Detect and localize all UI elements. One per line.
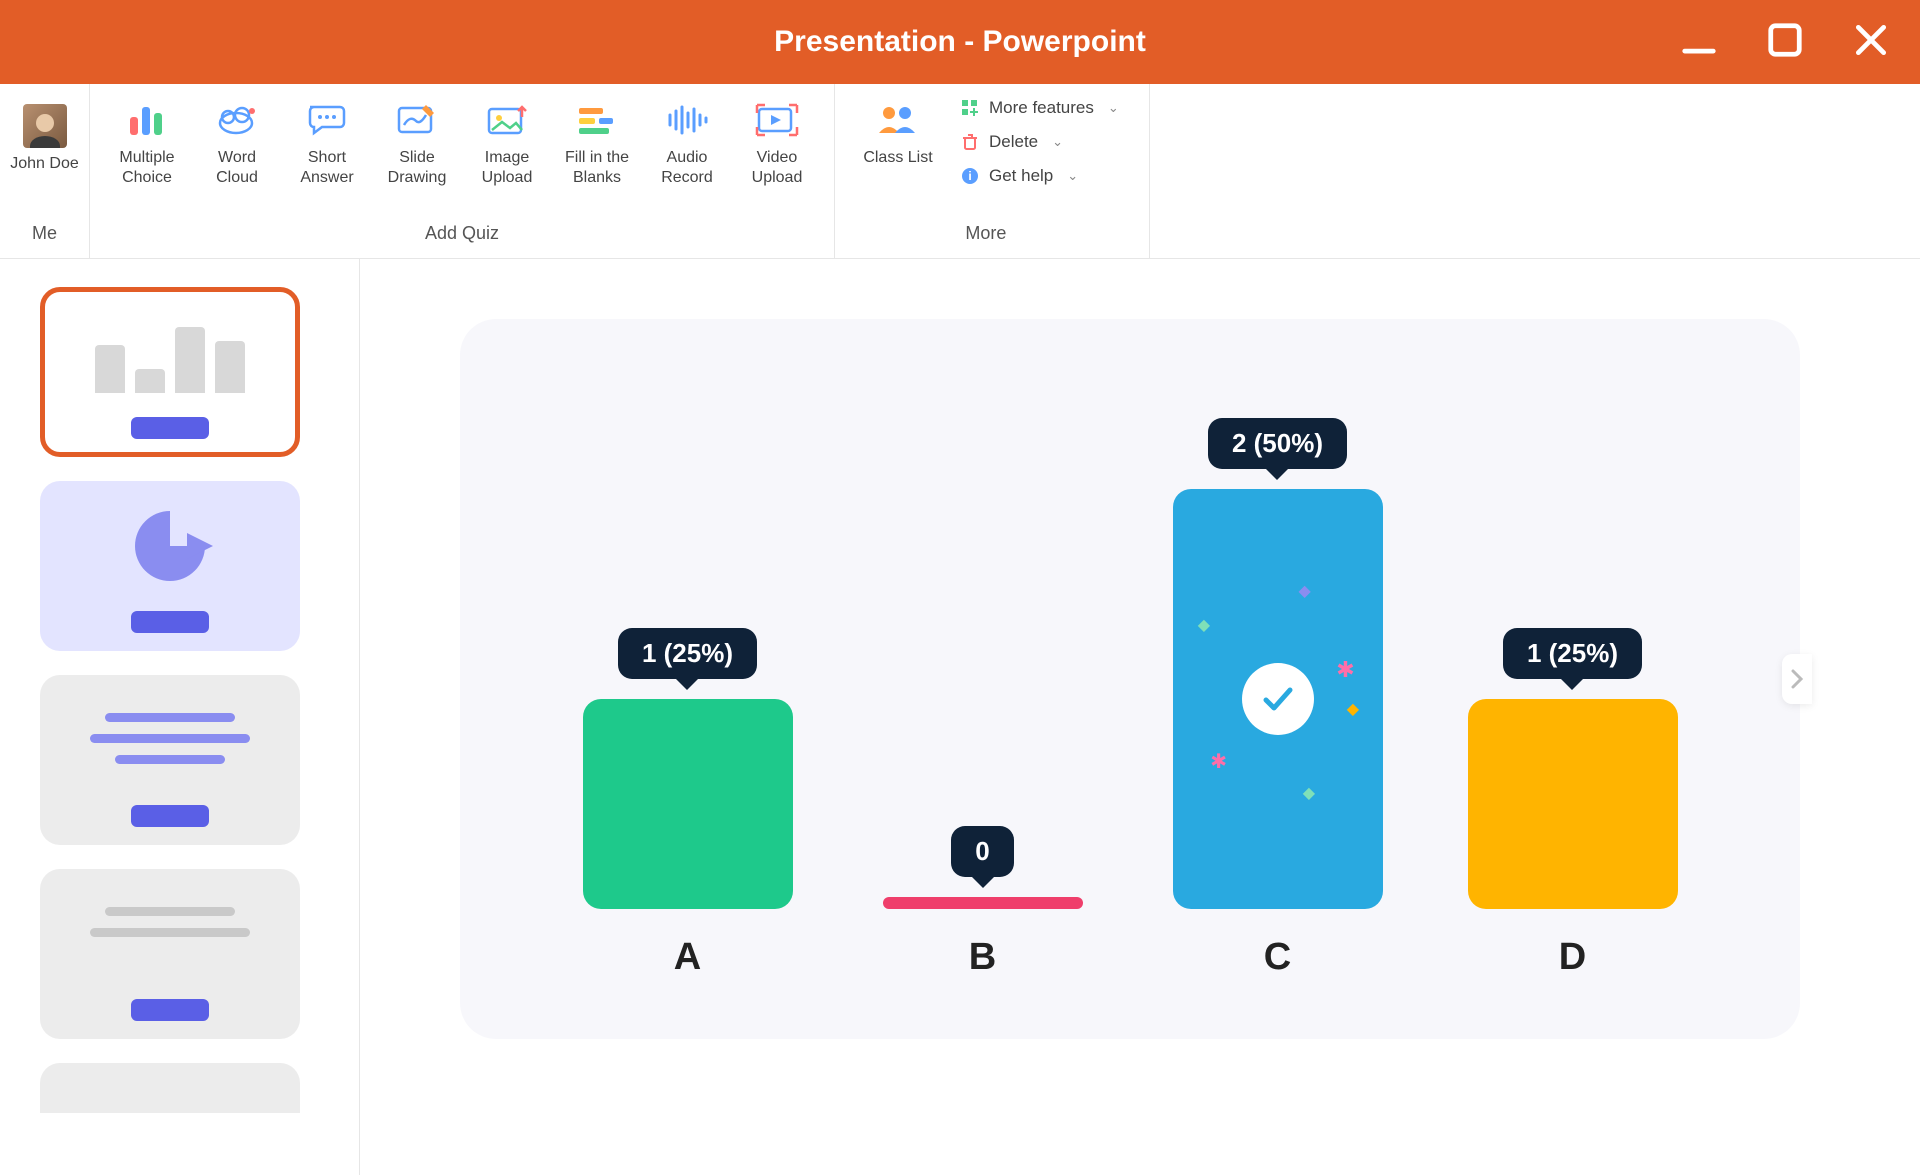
tool-word-cloud[interactable]: Word Cloud: [192, 94, 282, 194]
chart-bar: [583, 699, 793, 909]
next-slide-button[interactable]: [1782, 654, 1812, 704]
workspace: 1 (25%) 0 2 (50%) ◆ ✱ ✱ ◆ ◆ ◆ 1 (25%) A B C D: [0, 259, 1920, 1175]
audio-waveform-icon: [666, 100, 708, 140]
tool-fill-blanks[interactable]: Fill in the Blanks: [552, 94, 642, 194]
check-icon: [1258, 679, 1298, 719]
fill-blanks-icon: [577, 100, 617, 140]
cloud-icon: [216, 100, 258, 140]
chart-bar-A: 1 (25%): [573, 628, 803, 909]
class-list-icon: [877, 100, 919, 140]
chart-bar-label: 0: [951, 826, 1013, 877]
chart-category-label: D: [1458, 936, 1688, 979]
video-upload-icon: [755, 100, 799, 140]
user-avatar[interactable]: [23, 104, 67, 148]
chart-category-label: C: [1163, 936, 1393, 979]
ribbon-group-label-add-quiz: Add Quiz: [102, 223, 822, 250]
chart-bar-label: 1 (25%): [1503, 628, 1642, 679]
slide-content: 1 (25%) 0 2 (50%) ◆ ✱ ✱ ◆ ◆ ◆ 1 (25%) A B C D: [460, 319, 1800, 1039]
tool-multiple-choice[interactable]: Multiple Choice: [102, 94, 192, 194]
chart-category-label: A: [573, 936, 803, 979]
drawing-icon: [396, 100, 438, 140]
minimize-button[interactable]: [1680, 21, 1718, 64]
chart-bar: [1468, 699, 1678, 909]
chart-bar-C: 2 (50%) ◆ ✱ ✱ ◆ ◆ ◆: [1163, 418, 1393, 909]
chevron-down-icon: ⌄: [1067, 168, 1078, 184]
chevron-right-icon: [1790, 669, 1804, 689]
confetti-icon: ◆: [1303, 783, 1315, 803]
tool-video-upload[interactable]: Video Upload: [732, 94, 822, 194]
maximize-button[interactable]: [1766, 21, 1804, 64]
title-bar: Presentation - Powerpoint: [0, 0, 1920, 84]
info-icon: i: [961, 167, 979, 185]
tool-slide-drawing[interactable]: Slide Drawing: [372, 94, 462, 194]
slide-canvas: 1 (25%) 0 2 (50%) ◆ ✱ ✱ ◆ ◆ ◆ 1 (25%) A B C D: [360, 259, 1920, 1175]
chart-bar: ◆ ✱ ✱ ◆ ◆ ◆: [1173, 489, 1383, 909]
slide-thumbnail-4[interactable]: [40, 869, 300, 1039]
window-controls: [1680, 0, 1890, 84]
chevron-down-icon: ⌄: [1052, 134, 1063, 150]
ribbon-group-label-me: Me: [32, 223, 57, 250]
slide-thumbnail-panel[interactable]: [0, 259, 360, 1175]
bar-chart-icon: [128, 100, 166, 140]
get-help-menu[interactable]: i Get help⌄: [961, 166, 1119, 186]
chart-bar-B: 0: [868, 826, 1098, 909]
image-upload-icon: [486, 100, 528, 140]
ribbon-group-add-quiz: Multiple Choice Word Cloud Short Answer …: [90, 84, 835, 258]
tool-image-upload[interactable]: Image Upload: [462, 94, 552, 194]
confetti-icon: ✱: [1336, 657, 1354, 683]
slide-thumbnail-5[interactable]: [40, 1063, 300, 1113]
chart-bar-label: 1 (25%): [618, 628, 757, 679]
tool-class-list[interactable]: Class List: [853, 94, 943, 174]
confetti-icon: ✱: [1210, 749, 1227, 774]
close-button[interactable]: [1852, 21, 1890, 64]
user-name: John Doe: [10, 154, 79, 173]
tool-audio-record[interactable]: Audio Record: [642, 94, 732, 194]
speech-bubble-icon: [306, 100, 348, 140]
poll-results-chart: 1 (25%) 0 2 (50%) ◆ ✱ ✱ ◆ ◆ ◆ 1 (25%) A B C D: [540, 359, 1720, 999]
grid-plus-icon: [961, 99, 979, 117]
slide-thumbnail-1[interactable]: [40, 287, 300, 457]
chart-bar-D: 1 (25%): [1458, 628, 1688, 909]
chevron-down-icon: ⌄: [1108, 100, 1119, 116]
tool-short-answer[interactable]: Short Answer: [282, 94, 372, 194]
ribbon-group-label-more: More: [853, 223, 1119, 250]
correct-answer-badge: [1242, 663, 1314, 735]
ribbon-group-me: John Doe Me: [0, 84, 90, 258]
confetti-icon: ◆: [1299, 581, 1311, 601]
more-features-menu[interactable]: More features⌄: [961, 98, 1119, 118]
window-title: Presentation - Powerpoint: [774, 25, 1146, 59]
svg-text:i: i: [968, 169, 971, 183]
chart-bar: [883, 897, 1083, 909]
chart-category-label: B: [868, 936, 1098, 979]
ribbon: John Doe Me Multiple Choice Word Cloud: [0, 84, 1920, 259]
trash-icon: [961, 133, 979, 151]
chart-bar-label: 2 (50%): [1208, 418, 1347, 469]
slide-thumbnail-2[interactable]: [40, 481, 300, 651]
ribbon-group-more: Class List More features⌄ Delete⌄ i Get …: [835, 84, 1150, 258]
confetti-icon: ◆: [1347, 699, 1359, 719]
delete-menu[interactable]: Delete⌄: [961, 132, 1119, 152]
confetti-icon: ◆: [1198, 615, 1210, 635]
slide-thumbnail-3[interactable]: [40, 675, 300, 845]
